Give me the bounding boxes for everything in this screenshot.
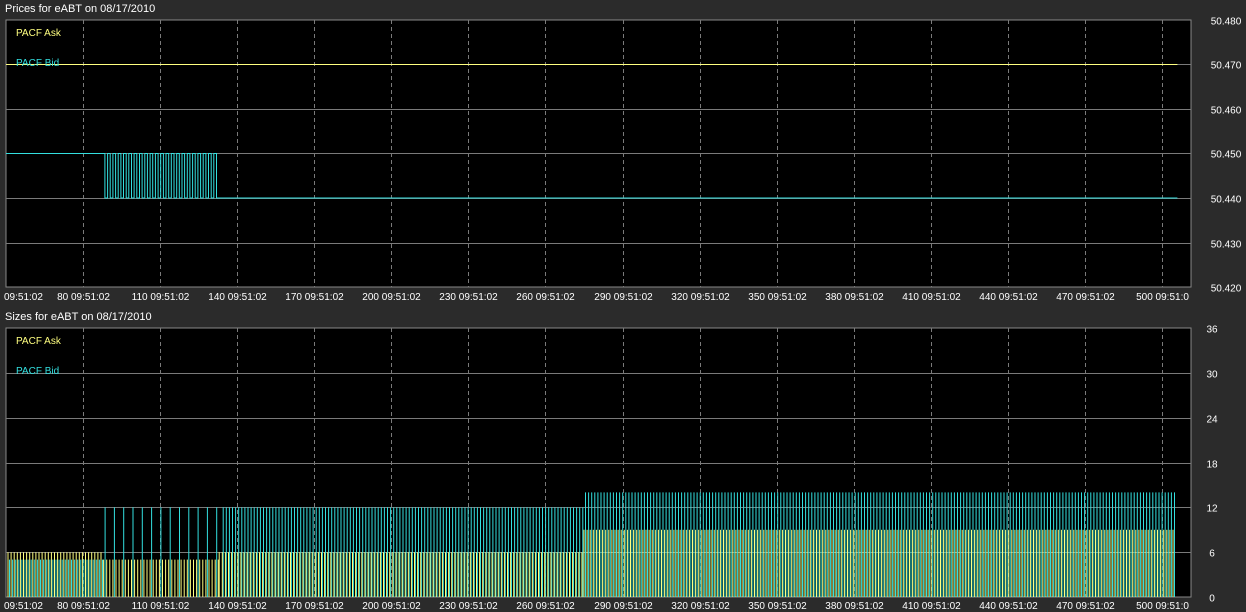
size-legend-bid: PACF Bid xyxy=(16,366,59,377)
price-y-tick-label: 50.420 xyxy=(1211,284,1242,295)
price-legend-ask: PACF Ask xyxy=(16,28,62,39)
size-x-tick-label: 09:51:02 xyxy=(4,601,43,612)
size-x-tick-label: 320 09:51:02 xyxy=(671,601,730,612)
price-x-tick-label: 200 09:51:02 xyxy=(362,292,421,303)
size-x-tick-label: 170 09:51:02 xyxy=(285,601,344,612)
price-x-tick-label: 140 09:51:02 xyxy=(208,292,267,303)
price-y-tick-label: 50.440 xyxy=(1211,195,1242,206)
price-x-tick-label: 470 09:51:02 xyxy=(1056,292,1115,303)
size-y-tick-label: 6 xyxy=(1209,549,1215,560)
chart-canvas: 50.480 50.470 50.460 50.450 50.440 50.430 50.4… xyxy=(4,17,1242,612)
size-x-tick-label: 410 09:51:02 xyxy=(902,601,961,612)
price-x-tick-label: 290 09:51:02 xyxy=(594,292,653,303)
size-y-tick-label: 24 xyxy=(1206,415,1218,426)
price-x-tick-label: 09:51:02 xyxy=(4,292,43,303)
price-x-tick-label: 110 09:51:02 xyxy=(132,292,190,303)
size-x-tick-label: 380 09:51:02 xyxy=(825,601,884,612)
price-x-tick-label: 80 09:51:02 xyxy=(57,292,110,303)
size-x-tick-label: 110 09:51:02 xyxy=(132,601,190,612)
price-y-tick-label: 50.480 xyxy=(1211,17,1242,28)
size-x-tick-label: 80 09:51:02 xyxy=(57,601,110,612)
price-x-tick-label: 350 09:51:02 xyxy=(748,292,807,303)
price-y-tick-label: 50.430 xyxy=(1211,240,1242,251)
price-x-tick-label: 380 09:51:02 xyxy=(825,292,884,303)
size-y-tick-label: 12 xyxy=(1206,504,1218,515)
size-x-tick-label: 230 09:51:02 xyxy=(439,601,498,612)
price-x-tick-label: 230 09:51:02 xyxy=(439,292,498,303)
price-y-tick-label: 50.470 xyxy=(1211,61,1242,72)
size-x-tick-label: 290 09:51:02 xyxy=(594,601,653,612)
size-x-tick-label: 440 09:51:02 xyxy=(979,601,1038,612)
price-x-tick-label: 440 09:51:02 xyxy=(979,292,1038,303)
size-x-tick-label: 350 09:51:02 xyxy=(748,601,807,612)
price-x-tick-label: 260 09:51:02 xyxy=(516,292,575,303)
size-y-tick-label: 30 xyxy=(1206,370,1218,381)
size-x-tick-label: 500 09:51:0 xyxy=(1136,601,1189,612)
size-y-tick-label: 18 xyxy=(1206,460,1218,471)
size-y-tick-label: 0 xyxy=(1209,594,1215,605)
size-chart: 36 30 24 18 12 6 0 09:51:02 80 09:51:02 110 09:51… xyxy=(4,325,1218,612)
price-legend-bid: PACF Bid xyxy=(16,58,59,69)
price-x-tick-label: 170 09:51:02 xyxy=(285,292,344,303)
size-x-tick-label: 200 09:51:02 xyxy=(362,601,421,612)
price-y-tick-label: 50.460 xyxy=(1211,106,1242,117)
price-chart: 50.480 50.470 50.460 50.450 50.440 50.430 50.4… xyxy=(4,17,1242,304)
size-y-tick-label: 36 xyxy=(1206,325,1218,336)
size-legend-ask: PACF Ask xyxy=(16,336,62,347)
size-x-tick-label: 470 09:51:02 xyxy=(1056,601,1115,612)
price-x-tick-label: 500 09:51:0 xyxy=(1136,292,1189,303)
price-x-tick-label: 410 09:51:02 xyxy=(902,292,961,303)
size-x-tick-label: 140 09:51:02 xyxy=(208,601,267,612)
price-x-tick-label: 320 09:51:02 xyxy=(671,292,730,303)
size-x-tick-label: 260 09:51:02 xyxy=(516,601,575,612)
price-y-tick-label: 50.450 xyxy=(1211,150,1242,161)
